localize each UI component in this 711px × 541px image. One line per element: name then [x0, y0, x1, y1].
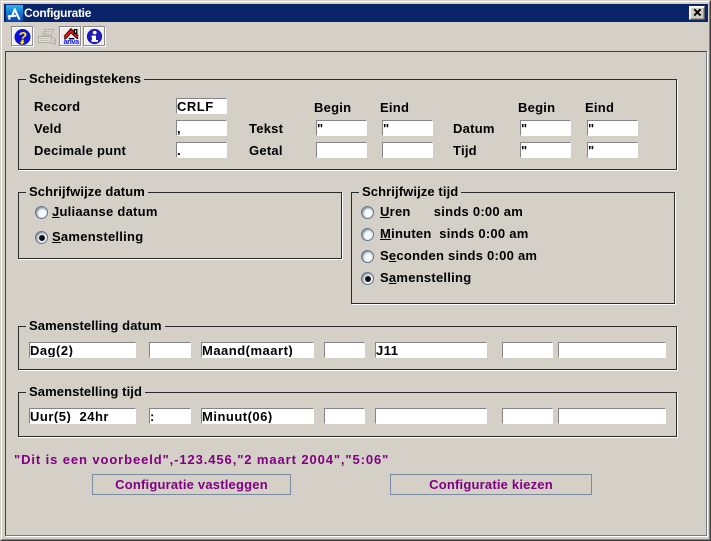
svg-text:anva: anva — [63, 37, 80, 45]
